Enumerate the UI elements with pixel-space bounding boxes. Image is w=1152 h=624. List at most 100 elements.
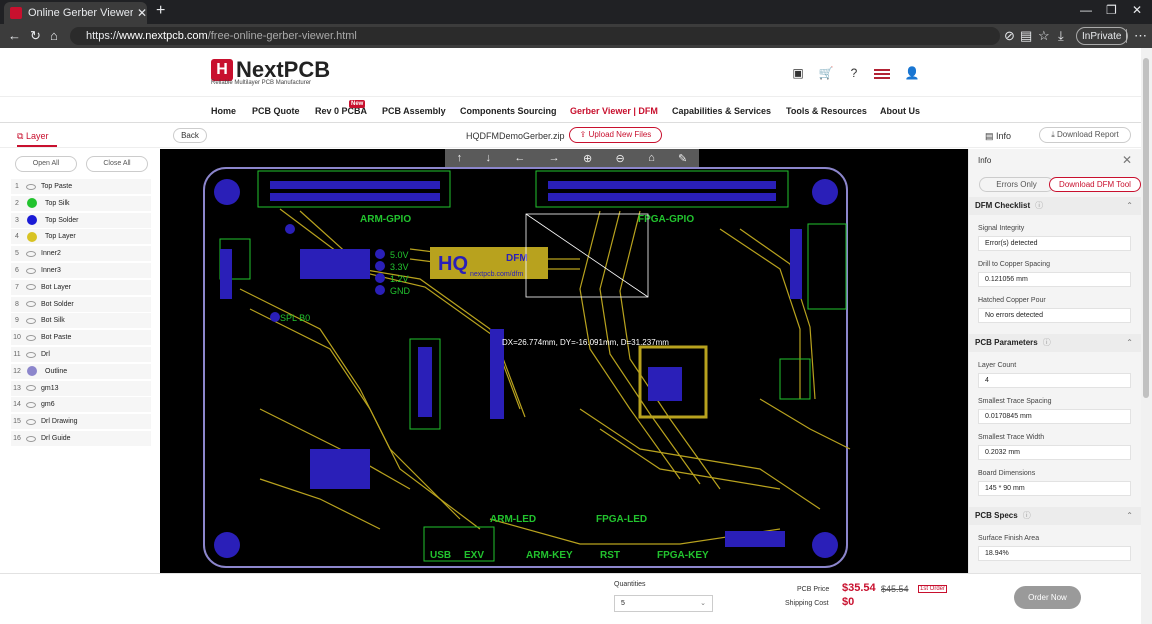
tab-close-icon[interactable]: ✕ (137, 6, 147, 20)
new-tab-button[interactable]: + (156, 2, 165, 20)
pan-up-icon[interactable]: ↑ (457, 152, 463, 164)
layer-row[interactable]: 10 Bot Paste (11, 330, 151, 346)
eye-hidden-icon[interactable] (26, 183, 36, 190)
inprivate-label: InPrivate (1082, 30, 1122, 42)
layer-row[interactable]: 1 Top Paste (11, 179, 151, 194)
eye-hidden-icon[interactable] (26, 284, 36, 291)
refresh-icon[interactable]: ↻ (30, 28, 41, 44)
back-arrow-icon[interactable]: ← (8, 28, 21, 43)
layer-row[interactable]: 16 Drl Guide (11, 431, 151, 446)
favorite-star-icon[interactable]: ☆ (1038, 28, 1050, 44)
layer-row[interactable]: 4 Top Layer (11, 229, 151, 245)
tab-layer[interactable]: ⧉ Layer (17, 131, 57, 147)
layer-number: 4 (15, 233, 19, 241)
menu-home[interactable]: Home (211, 106, 236, 116)
layer-row[interactable]: 8 Bot Solder (11, 296, 151, 312)
eye-hidden-icon[interactable] (26, 351, 36, 358)
chevron-up-icon[interactable]: ⌃ (1126, 507, 1133, 525)
layer-row[interactable]: 15 Drl Drawing (11, 414, 151, 430)
menu-tools[interactable]: Tools & Resources (786, 106, 867, 116)
drill-copper-value: 0.121056 mm (978, 272, 1131, 287)
more-icon[interactable]: ⋯ (1134, 28, 1147, 44)
user-icon[interactable]: 👤 (904, 66, 920, 82)
help-icon[interactable]: ⓘ (1023, 511, 1031, 520)
eye-hidden-icon[interactable] (26, 317, 36, 324)
chevron-up-icon[interactable]: ⌃ (1126, 197, 1133, 215)
layer-row[interactable]: 6 Inner3 (11, 263, 151, 278)
download-icon[interactable]: ⤓ (1058, 28, 1064, 44)
layer-row[interactable]: 11 Drl (11, 347, 151, 362)
menu-pcb-quote[interactable]: PCB Quote (252, 106, 300, 116)
layer-color-dot[interactable] (27, 366, 37, 377)
pan-right-icon[interactable]: → (549, 152, 560, 164)
errors-only-button[interactable]: Errors Only (979, 177, 1054, 192)
eye-hidden-icon[interactable] (26, 301, 36, 308)
help-icon[interactable]: ⓘ (1043, 338, 1051, 347)
gerber-viewer[interactable]: HQ DFM nextpcb.com/dfm ARM-GPIO FPGA-GPI… (160, 149, 968, 573)
layer-color-dot[interactable] (27, 231, 37, 242)
coupon-icon[interactable]: ▣ (790, 66, 806, 82)
download-dfm-button[interactable]: Download DFM Tool (1049, 177, 1141, 192)
close-icon[interactable]: ✕ (1122, 153, 1132, 167)
pcb-specs-header[interactable]: PCB Specs ⓘ ⌃ (969, 507, 1142, 525)
eye-hidden-icon[interactable] (26, 250, 36, 257)
window-close-icon[interactable]: ✕ (1132, 3, 1142, 17)
menu-rev0-pcba[interactable]: Rev 0 PCBA New (315, 100, 367, 116)
layer-row[interactable]: 2 Top Silk (11, 195, 151, 211)
eye-hidden-icon[interactable] (26, 334, 36, 341)
reader-icon[interactable]: ▤ (1020, 28, 1032, 44)
pcb-params-header[interactable]: PCB Parameters ⓘ ⌃ (969, 334, 1142, 352)
layer-row[interactable]: 14 gm6 (11, 397, 151, 413)
close-all-button[interactable]: Close All (86, 156, 148, 172)
minimize-icon[interactable]: — (1080, 3, 1092, 17)
eye-hidden-icon[interactable] (26, 267, 36, 274)
order-now-button[interactable]: Order Now (1014, 586, 1081, 609)
zoom-in-icon[interactable]: ⊕ (583, 152, 592, 165)
eye-hidden-icon[interactable] (26, 385, 36, 392)
menu-components[interactable]: Components Sourcing (460, 106, 557, 116)
fit-home-icon[interactable]: ⌂ (648, 152, 655, 164)
chevron-up-icon[interactable]: ⌃ (1126, 334, 1133, 352)
menu-gerber-viewer[interactable]: Gerber Viewer | DFM (570, 106, 658, 116)
inprivate-badge[interactable]: InPrivate (1076, 27, 1128, 45)
menu-about[interactable]: About Us (880, 106, 920, 116)
browser-tab[interactable]: Online Gerber Viewer & DFM Anal ✕ (4, 2, 147, 24)
eye-hidden-icon[interactable] (26, 435, 36, 442)
tracking-icon[interactable]: ⊘ (1004, 28, 1015, 44)
open-all-button[interactable]: Open All (15, 156, 77, 172)
page-scrollbar[interactable] (1141, 48, 1152, 624)
layer-row[interactable]: 7 Bot Layer (11, 279, 151, 295)
back-button[interactable]: Back (173, 128, 207, 143)
layer-color-dot[interactable] (27, 198, 37, 209)
layer-number: 8 (15, 300, 19, 308)
cart-icon[interactable]: 🛒 (818, 66, 834, 82)
eye-hidden-icon[interactable] (26, 418, 36, 425)
layer-row[interactable]: 9 Bot Silk (11, 313, 151, 329)
pan-down-icon[interactable]: ↓ (485, 152, 491, 164)
dfm-checklist-header[interactable]: DFM Checklist ⓘ ⌃ (969, 197, 1142, 215)
layer-row[interactable]: 12 Outline (11, 363, 151, 379)
quantity-select[interactable]: 5 ⌄ (614, 595, 713, 612)
url-field[interactable]: https://www.nextpcb.com/free-online-gerb… (70, 27, 1000, 45)
zoom-out-icon[interactable]: ⊖ (616, 152, 625, 165)
download-report-button[interactable]: ⤓ Download Report (1039, 127, 1131, 143)
help-icon[interactable]: ? (846, 66, 862, 82)
home-icon[interactable]: ⌂ (50, 28, 58, 43)
layer-row[interactable]: 3 Top Solder (11, 212, 151, 228)
pcb-params-title: PCB Parameters (975, 338, 1038, 347)
layer-row[interactable]: 13 gm13 (11, 380, 151, 396)
pan-left-icon[interactable]: ← (514, 152, 525, 164)
measure-ruler-icon[interactable]: ✎ (678, 152, 687, 165)
scroll-thumb[interactable] (1143, 58, 1149, 398)
layer-row[interactable]: 5 Inner2 (11, 246, 151, 262)
menu-capabilities[interactable]: Capabilities & Services (672, 106, 771, 116)
layer-color-dot[interactable] (27, 215, 37, 226)
brand-dfm: DFM (506, 253, 528, 264)
maximize-icon[interactable]: ❐ (1106, 3, 1117, 17)
menu-pcb-assembly[interactable]: PCB Assembly (382, 106, 446, 116)
us-flag-icon[interactable] (874, 69, 890, 79)
help-icon[interactable]: ⓘ (1035, 201, 1043, 210)
eye-hidden-icon[interactable] (26, 401, 36, 408)
upload-button[interactable]: ⇪ Upload New Files (569, 127, 662, 143)
tab-info[interactable]: ▤ Info (985, 131, 1011, 142)
